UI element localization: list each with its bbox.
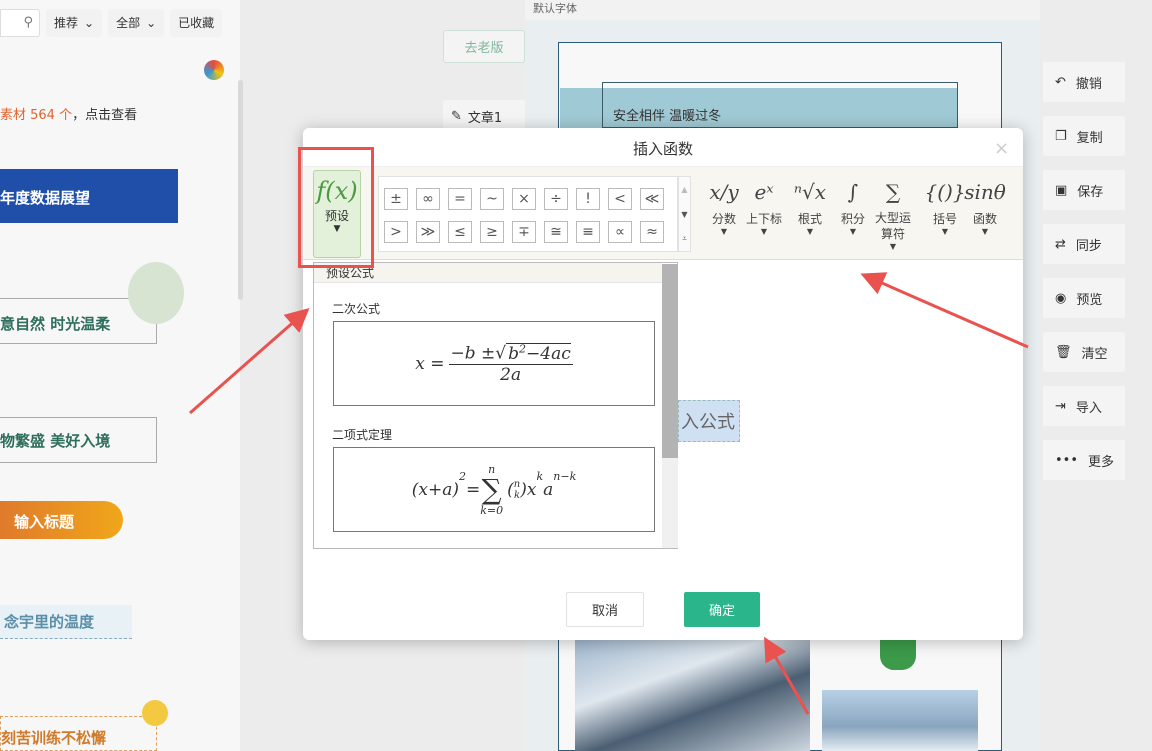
arrow-to-confirm [764, 636, 810, 715]
arrow-to-templates [860, 272, 1029, 349]
annotation-arrows [189, 272, 1029, 715]
arrow-to-preset [189, 308, 310, 415]
